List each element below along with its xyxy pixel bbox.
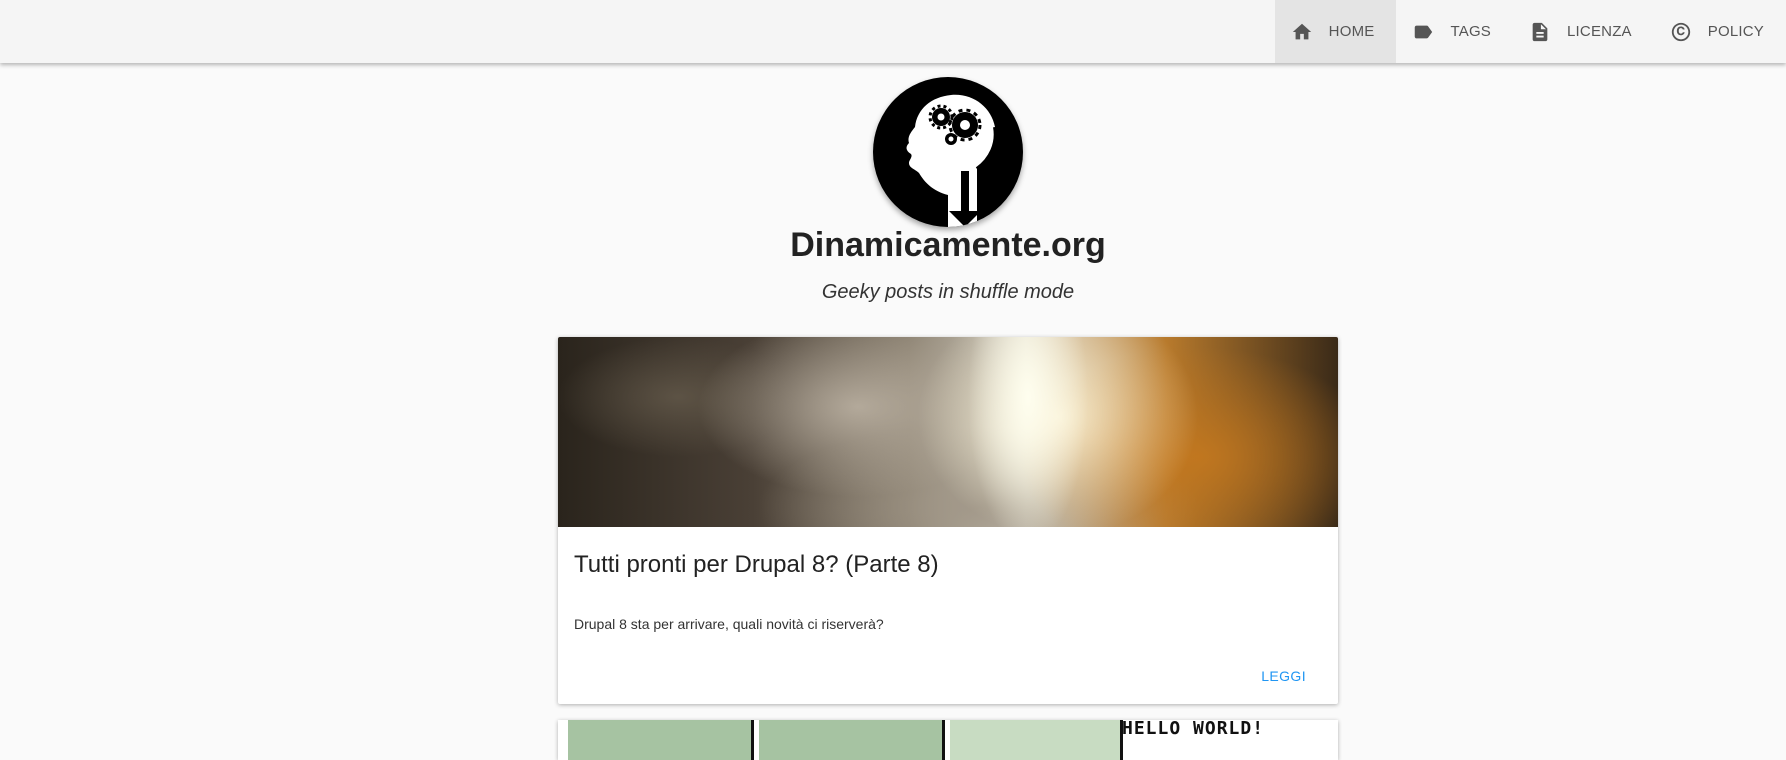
nav-item-label: POLICY	[1707, 23, 1764, 40]
post-cover-image[interactable]	[558, 337, 1338, 527]
copyright-icon	[1671, 22, 1690, 41]
comic-panel	[568, 720, 754, 760]
post-card: HELLO WORLD!	[558, 720, 1338, 760]
nav-item-licenza[interactable]: LICENZA	[1513, 0, 1654, 63]
nav-item-home[interactable]: HOME	[1274, 0, 1397, 63]
brain-gears-logo[interactable]	[873, 77, 1023, 227]
main-nav: HOME TAGS LICENZA POLICY	[1274, 0, 1786, 63]
nav-item-label: TAGS	[1450, 23, 1492, 40]
home-icon	[1292, 23, 1311, 39]
read-more-button[interactable]: LEGGI	[1261, 668, 1306, 684]
comic-panel	[759, 720, 945, 760]
nav-item-label: LICENZA	[1567, 23, 1632, 40]
document-icon	[1532, 22, 1548, 41]
post-description: Drupal 8 sta per arrivare, quali novità …	[574, 616, 884, 632]
comic-caption: HELLO WORLD!	[1122, 720, 1265, 739]
nav-item-label: HOME	[1328, 23, 1375, 40]
nav-item-tags[interactable]: TAGS	[1396, 0, 1513, 63]
tag-icon	[1415, 25, 1433, 38]
nav-item-policy[interactable]: POLICY	[1654, 0, 1786, 63]
post-title[interactable]: Tutti pronti per Drupal 8? (Parte 8)	[574, 551, 939, 579]
top-app-bar: HOME TAGS LICENZA POLICY	[0, 0, 1786, 63]
comic-panel	[950, 720, 1123, 760]
post-card: Tutti pronti per Drupal 8? (Parte 8) Dru…	[558, 337, 1338, 704]
site-tagline: Geeky posts in shuffle mode	[821, 281, 1075, 303]
site-title[interactable]: Dinamicamente.org	[0, 226, 1786, 265]
